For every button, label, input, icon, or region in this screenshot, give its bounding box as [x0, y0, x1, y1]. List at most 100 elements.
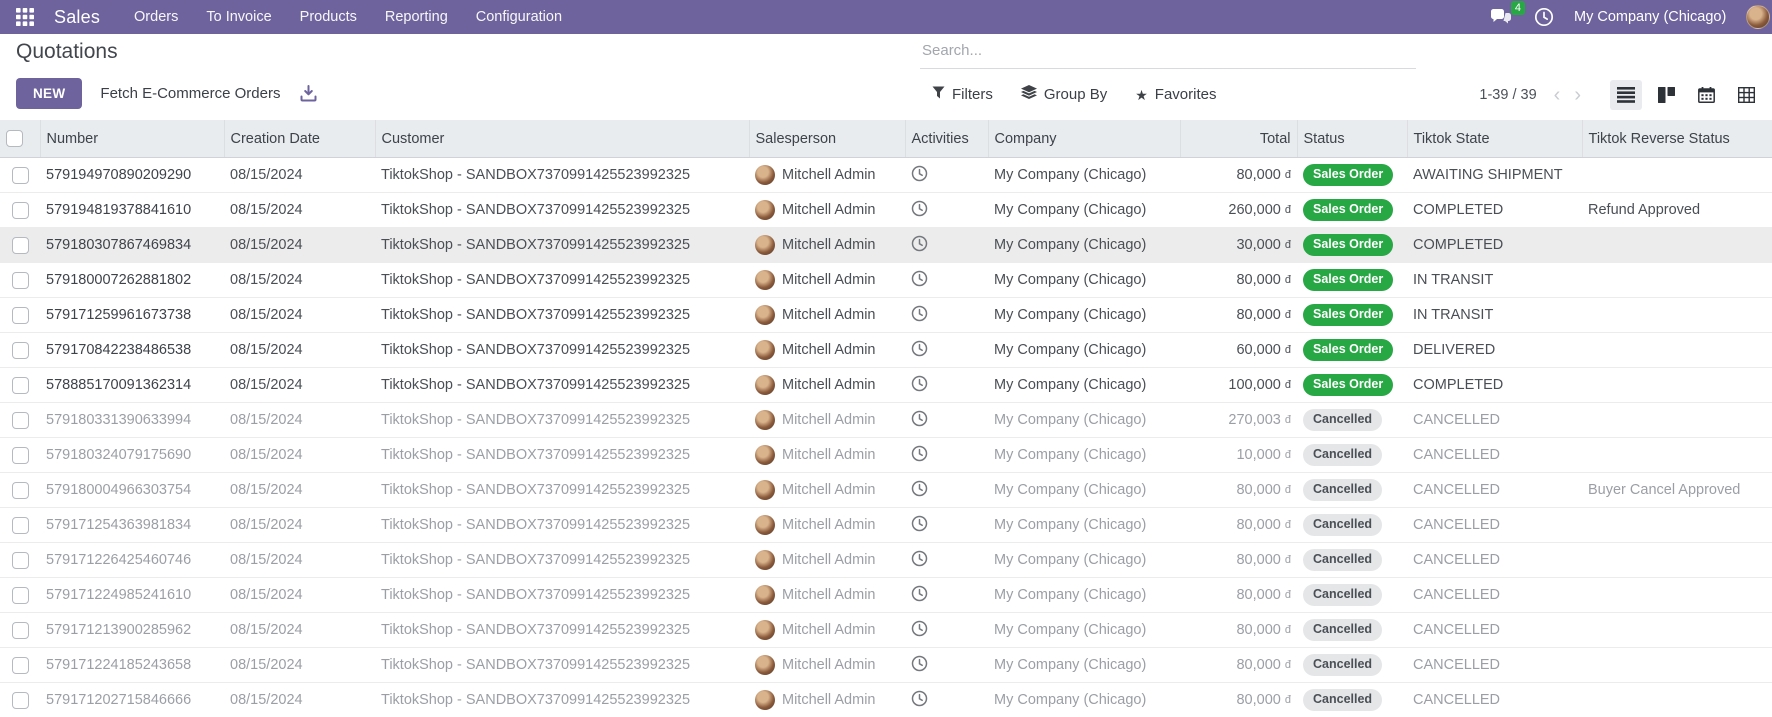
table-row[interactable]: 579180004966303754 08/15/2024 TiktokShop… [0, 473, 1772, 508]
currency-symbol: đ [1285, 344, 1291, 356]
table-row[interactable]: 579180007262881802 08/15/2024 TiktokShop… [0, 263, 1772, 298]
table-row[interactable]: 579170842238486538 08/15/2024 TiktokShop… [0, 333, 1772, 368]
menu-products[interactable]: Products [300, 9, 357, 25]
column-header-number[interactable]: Number [40, 120, 224, 158]
activity-clock-icon[interactable] [911, 205, 928, 221]
table-row[interactable]: 579180324079175690 08/15/2024 TiktokShop… [0, 438, 1772, 473]
total-value: 80,000 [1236, 517, 1280, 533]
search-bar [920, 38, 1412, 69]
group-by-button[interactable]: Group By [1021, 85, 1107, 104]
table-row[interactable]: 579171224185243658 08/15/2024 TiktokShop… [0, 648, 1772, 683]
activity-clock-icon[interactable] [911, 555, 928, 571]
total-amount: 80,000 đ [1180, 683, 1297, 717]
activity-clock-icon[interactable] [911, 380, 928, 396]
company-switcher[interactable]: My Company (Chicago) [1574, 9, 1726, 25]
row-checkbox[interactable] [12, 692, 29, 709]
activities-clock-icon[interactable] [1534, 7, 1554, 27]
row-checkbox[interactable] [12, 167, 29, 184]
table-row[interactable]: 579194970890209290 08/15/2024 TiktokShop… [0, 158, 1772, 193]
activity-clock-icon[interactable] [911, 450, 928, 466]
table-row[interactable]: 579171202715846666 08/15/2024 TiktokShop… [0, 683, 1772, 717]
creation-date: 08/15/2024 [224, 683, 375, 717]
pager-next-button[interactable]: › [1567, 85, 1588, 105]
menu-to-invoice[interactable]: To Invoice [206, 9, 271, 25]
column-header-customer[interactable]: Customer [375, 120, 749, 158]
activity-clock-icon[interactable] [911, 520, 928, 536]
table-row[interactable]: 579171224985241610 08/15/2024 TiktokShop… [0, 578, 1772, 613]
view-switcher [1610, 80, 1762, 110]
menu-configuration[interactable]: Configuration [476, 9, 562, 25]
pivot-view-button[interactable] [1730, 80, 1762, 110]
table-row[interactable]: 579171254363981834 08/15/2024 TiktokShop… [0, 508, 1772, 543]
tiktok-state: CANCELLED [1407, 438, 1582, 473]
fetch-ecommerce-orders-button[interactable]: Fetch E-Commerce Orders [100, 85, 280, 102]
activity-clock-icon[interactable] [911, 170, 928, 186]
company-name: My Company (Chicago) [988, 298, 1180, 333]
customer-name: TiktokShop - SANDBOX7370991425523992325 [375, 298, 749, 333]
activity-clock-icon[interactable] [911, 275, 928, 291]
column-header-creation-date[interactable]: Creation Date [224, 120, 375, 158]
row-checkbox[interactable] [12, 587, 29, 604]
column-header-salesperson[interactable]: Salesperson [749, 120, 905, 158]
table-row[interactable]: 579180307867469834 08/15/2024 TiktokShop… [0, 228, 1772, 263]
row-checkbox[interactable] [12, 202, 29, 219]
row-checkbox[interactable] [12, 237, 29, 254]
row-checkbox[interactable] [12, 482, 29, 499]
app-name[interactable]: Sales [54, 7, 100, 28]
row-checkbox[interactable] [12, 622, 29, 639]
column-header-tiktok-reverse-status[interactable]: Tiktok Reverse Status [1582, 120, 1772, 158]
activity-clock-icon[interactable] [911, 590, 928, 606]
row-checkbox[interactable] [12, 657, 29, 674]
new-button[interactable]: NEW [16, 78, 82, 109]
table-row[interactable]: 579171259961673738 08/15/2024 TiktokShop… [0, 298, 1772, 333]
user-avatar[interactable] [1746, 5, 1770, 29]
download-icon[interactable] [300, 85, 317, 102]
table-row[interactable]: 579171213900285962 08/15/2024 TiktokShop… [0, 613, 1772, 648]
activity-clock-icon[interactable] [911, 625, 928, 641]
favorites-button[interactable]: ★ Favorites [1135, 86, 1216, 103]
column-header-activities[interactable]: Activities [905, 120, 988, 158]
salesperson-avatar [755, 585, 775, 605]
apps-grid-icon[interactable] [16, 8, 34, 26]
activity-clock-icon[interactable] [911, 310, 928, 326]
order-number: 579171213900285962 [40, 613, 224, 648]
table-row[interactable]: 579194819378841610 08/15/2024 TiktokShop… [0, 193, 1772, 228]
activity-clock-icon[interactable] [911, 695, 928, 711]
calendar-view-button[interactable] [1690, 80, 1722, 110]
row-checkbox[interactable] [12, 517, 29, 534]
row-checkbox[interactable] [12, 552, 29, 569]
row-checkbox[interactable] [12, 377, 29, 394]
row-checkbox[interactable] [12, 412, 29, 429]
column-header-tiktok-state[interactable]: Tiktok State [1407, 120, 1582, 158]
row-checkbox[interactable] [12, 447, 29, 464]
customer-name: TiktokShop - SANDBOX7370991425523992325 [375, 228, 749, 263]
pager-previous-button[interactable]: ‹ [1547, 85, 1568, 105]
tiktok-state: IN TRANSIT [1407, 263, 1582, 298]
status-badge: Cancelled [1303, 514, 1382, 537]
kanban-view-button[interactable] [1650, 80, 1682, 110]
messages-icon[interactable]: 4 [1490, 8, 1514, 26]
row-checkbox[interactable] [12, 307, 29, 324]
select-all-checkbox[interactable] [6, 130, 23, 147]
column-header-total[interactable]: Total [1180, 120, 1297, 158]
column-header-company[interactable]: Company [988, 120, 1180, 158]
row-checkbox[interactable] [12, 272, 29, 289]
activity-clock-icon[interactable] [911, 240, 928, 256]
menu-orders[interactable]: Orders [134, 9, 178, 25]
row-checkbox[interactable] [12, 342, 29, 359]
activity-clock-icon[interactable] [911, 660, 928, 676]
column-header-status[interactable]: Status [1297, 120, 1407, 158]
filters-button[interactable]: Filters [932, 86, 993, 103]
list-view-button[interactable] [1610, 80, 1642, 110]
salesperson-avatar [755, 340, 775, 360]
activity-clock-icon[interactable] [911, 415, 928, 431]
action-buttons: NEW Fetch E-Commerce Orders [16, 78, 317, 109]
search-input[interactable] [920, 38, 1416, 69]
table-row[interactable]: 579180331390633994 08/15/2024 TiktokShop… [0, 403, 1772, 438]
table-row[interactable]: 578885170091362314 08/15/2024 TiktokShop… [0, 368, 1772, 403]
status-badge: Sales Order [1303, 374, 1393, 397]
activity-clock-icon[interactable] [911, 485, 928, 501]
menu-reporting[interactable]: Reporting [385, 9, 448, 25]
activity-clock-icon[interactable] [911, 345, 928, 361]
table-row[interactable]: 579171226425460746 08/15/2024 TiktokShop… [0, 543, 1772, 578]
